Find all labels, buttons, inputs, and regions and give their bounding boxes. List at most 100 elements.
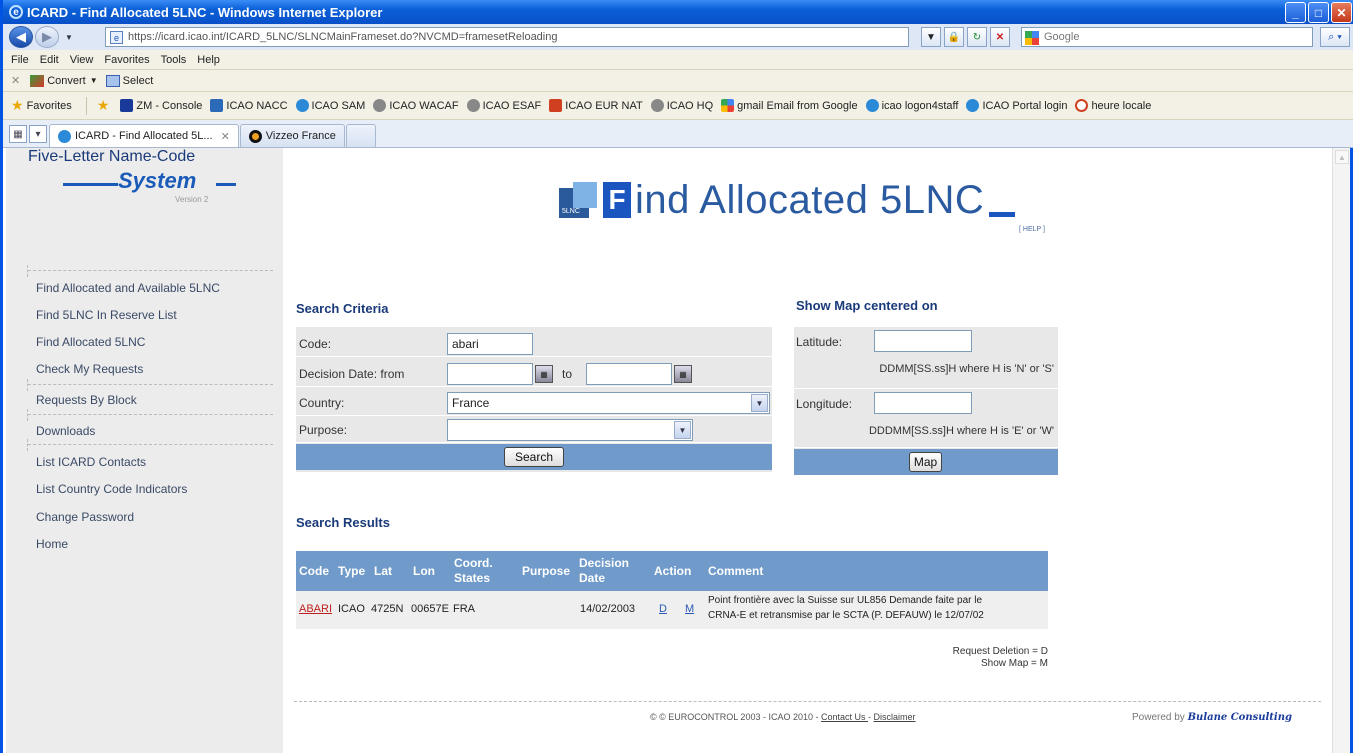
maximize-button[interactable]: □ xyxy=(1308,2,1329,23)
new-tab-button[interactable] xyxy=(345,124,376,147)
select-button[interactable]: Select xyxy=(105,74,153,87)
logo-version: Version 2 xyxy=(175,195,209,204)
forward-button[interactable]: ▶ xyxy=(35,26,59,48)
legend-map: Show Map = M xyxy=(981,658,1048,669)
sidebar-item-find-allocated[interactable]: Find Allocated 5LNC xyxy=(36,335,145,349)
favorite-label: ICAO ESAF xyxy=(482,99,542,112)
search-button[interactable]: Search xyxy=(504,447,564,467)
close-tab-icon[interactable]: ✕ xyxy=(221,130,230,143)
calendar-icon[interactable]: ▦ xyxy=(674,365,692,383)
history-dropdown-icon[interactable]: ▼ xyxy=(65,33,73,42)
sidebar-item-home[interactable]: Home xyxy=(36,537,68,551)
date-from-input[interactable] xyxy=(447,363,533,385)
company-logo[interactable]: Bulane Consulting xyxy=(1188,712,1292,723)
longitude-input[interactable] xyxy=(874,392,972,414)
favorite-label: gmail Email from Google xyxy=(737,99,858,112)
menu-edit[interactable]: Edit xyxy=(40,54,59,66)
help-link[interactable]: [ HELP ] xyxy=(1019,226,1045,233)
refresh-button[interactable]: ↻ xyxy=(967,27,987,47)
favorite-link[interactable]: ZM - Console xyxy=(120,99,202,112)
favorite-icon xyxy=(120,99,134,112)
menu-tools[interactable]: Tools xyxy=(161,54,187,66)
favorite-link[interactable]: ICAO HQ xyxy=(650,99,713,112)
favorites-button[interactable]: ★ Favorites xyxy=(11,97,72,114)
vertical-scrollbar[interactable]: ▲ xyxy=(1332,148,1350,753)
close-window-button[interactable]: ✕ xyxy=(1331,2,1352,23)
map-form: Latitude: DDMM[SS.ss]H where H is 'N' or… xyxy=(794,327,1058,475)
back-button[interactable]: ◀ xyxy=(9,26,33,48)
add-favorite-icon[interactable]: ★ xyxy=(97,97,113,114)
logo-line xyxy=(216,183,236,186)
col-coord: Coord. xyxy=(454,556,493,570)
date-to-input[interactable] xyxy=(586,363,672,385)
tab-list-icon[interactable]: ▾ xyxy=(29,125,47,143)
code-label: Code: xyxy=(299,337,332,351)
sidebar-item-country-codes[interactable]: List Country Code Indicators xyxy=(36,482,187,496)
contact-us-link[interactable]: Contact Us xyxy=(821,712,868,722)
address-dropdown-button[interactable]: ▼ xyxy=(921,27,941,47)
favorite-link[interactable]: icao logon4staff xyxy=(865,99,958,112)
sidebar-item-contacts[interactable]: List ICARD Contacts xyxy=(36,455,146,469)
sidebar-item-change-password[interactable]: Change Password xyxy=(36,510,134,524)
col-code: Code xyxy=(299,564,329,578)
menu-file[interactable]: File xyxy=(11,54,29,66)
menu-favorites[interactable]: Favorites xyxy=(104,54,149,66)
logo-line xyxy=(63,183,118,186)
sidebar-item-find-reserve[interactable]: Find 5LNC In Reserve List xyxy=(36,308,177,322)
page-title: ind Allocated 5LNC xyxy=(635,178,985,222)
favorite-link[interactable]: ICAO ESAF xyxy=(466,99,542,112)
chevron-down-icon[interactable]: ▼ xyxy=(674,421,691,439)
search-results-title: Search Results xyxy=(296,515,390,530)
favorite-link[interactable]: ICAO EUR NAT xyxy=(549,99,643,112)
longitude-row: Longitude: DDDMM[SS.ss]H where H is 'E' … xyxy=(794,390,1058,448)
header-dash xyxy=(989,212,1015,217)
purpose-select[interactable]: ▼ xyxy=(447,419,693,441)
powered-label: Powered by xyxy=(1132,712,1188,723)
logo-line1: Five-Letter Name-Code xyxy=(28,148,196,165)
powered-by: Powered by Bulane Consulting xyxy=(1132,712,1292,723)
favorite-icon xyxy=(721,99,735,112)
search-button[interactable]: ⌕ ▾ xyxy=(1320,27,1350,47)
favorite-link[interactable]: ICAO NACC xyxy=(210,99,288,112)
favorite-link[interactable]: heure locale xyxy=(1075,99,1151,112)
sidebar-item-check-requests[interactable]: Check My Requests xyxy=(36,362,143,376)
code-input[interactable]: abari xyxy=(447,333,533,355)
cell-code[interactable]: ABARI xyxy=(299,603,332,615)
favorite-link[interactable]: ICAO SAM xyxy=(295,99,365,112)
sidebar-item-find-allocated-available[interactable]: Find Allocated and Available 5LNC xyxy=(36,281,220,295)
menu-view[interactable]: View xyxy=(70,54,94,66)
clock-icon xyxy=(1075,99,1089,112)
minimize-button[interactable]: _ xyxy=(1285,2,1306,23)
close-toolbar-icon[interactable]: ✕ xyxy=(11,74,20,87)
address-bar[interactable]: e https://icard.icao.int/ICARD_5LNC/SLNC… xyxy=(105,27,909,47)
disclaimer-link[interactable]: Disclaimer xyxy=(874,712,916,722)
col-states: States xyxy=(454,571,491,585)
cell-lat: 4725N xyxy=(371,603,404,615)
country-select[interactable]: France ▼ xyxy=(447,392,770,414)
map-link[interactable]: M xyxy=(685,603,694,615)
lock-icon[interactable]: 🔒 xyxy=(944,27,964,47)
convert-button[interactable]: Convert ▼ xyxy=(30,74,98,87)
scroll-up-icon[interactable]: ▲ xyxy=(1335,150,1349,164)
quick-tabs-icon[interactable]: ▦ xyxy=(9,125,27,143)
calendar-icon[interactable]: ▦ xyxy=(535,365,553,383)
delete-link[interactable]: D xyxy=(659,603,667,615)
table-row: ABARI ICAO 4725N 00657E FRA 14/02/2003 D… xyxy=(296,591,1048,629)
chevron-down-icon[interactable]: ▼ xyxy=(751,394,768,412)
menu-help[interactable]: Help xyxy=(197,54,220,66)
latitude-input[interactable] xyxy=(874,330,972,352)
search-input[interactable]: Google xyxy=(1021,27,1313,47)
sidebar-item-downloads[interactable]: Downloads xyxy=(36,424,95,438)
favorite-link[interactable]: ICAO WACAF xyxy=(373,99,459,112)
favorite-link[interactable]: ICAO Portal login xyxy=(966,99,1067,112)
tab-icard[interactable]: ICARD - Find Allocated 5L... ✕ xyxy=(49,124,239,147)
copyright-text: © © EUROCONTROL 2003 - ICAO 2010 - xyxy=(650,712,821,722)
stop-button[interactable]: ✕ xyxy=(990,27,1010,47)
code-link[interactable]: ABARI xyxy=(299,603,332,615)
favorite-link[interactable]: gmail Email from Google xyxy=(721,99,858,112)
purpose-label: Purpose: xyxy=(299,423,348,437)
tab-vizzeo[interactable]: Vizzeo France xyxy=(239,124,345,147)
map-button[interactable]: Map xyxy=(909,452,942,472)
sidebar-item-requests-block[interactable]: Requests By Block xyxy=(36,393,137,407)
footer: © © EUROCONTROL 2003 - ICAO 2010 - Conta… xyxy=(650,712,916,722)
